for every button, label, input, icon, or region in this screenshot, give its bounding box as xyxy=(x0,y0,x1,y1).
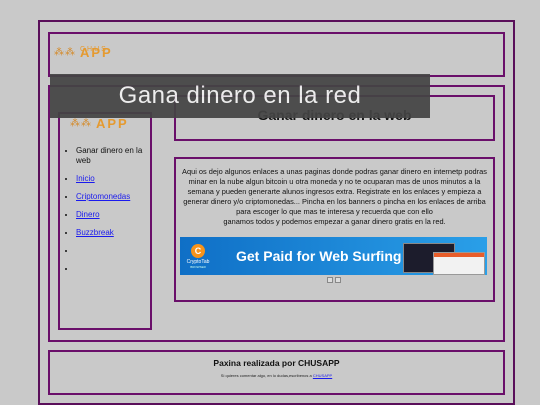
header: ⁂⁂ CHUS APP xyxy=(48,32,505,77)
cryptotab-coin-icon: C xyxy=(191,243,205,258)
footer-title: Paxina realizada por CHUSAPP xyxy=(213,358,340,368)
ad-headline: Get Paid for Web Surfing xyxy=(236,248,402,264)
browser-window-icon xyxy=(433,252,485,275)
logo-dots-icon: ⁂⁂ xyxy=(54,46,76,58)
sidebar-item-dinero[interactable]: Dinero xyxy=(76,210,148,220)
sidebar-logo-text: APP xyxy=(96,116,129,131)
banner-text: Gana dinero en la red xyxy=(118,82,362,109)
sidebar-menu: Ganar dinero en la web Inicio Criptomone… xyxy=(60,146,148,282)
broken-image-icon[interactable] xyxy=(335,277,341,283)
sidebar-item-inicio[interactable]: Inicio xyxy=(76,174,148,184)
footer-contact: Si quieres comentar algo, en lo dudas,es… xyxy=(220,373,333,378)
site-logo[interactable]: ⁂⁂ CHUS APP xyxy=(54,46,113,59)
sidebar-item-criptomonedas[interactable]: Criptomonedas xyxy=(76,192,148,202)
cryptotab-logo: C CryptoTab BROWSER xyxy=(183,243,213,269)
sidebar-link-buzzbreak[interactable]: Buzzbreak xyxy=(76,228,114,237)
sidebar-item-empty xyxy=(76,264,148,274)
sidebar-item-empty xyxy=(76,246,148,256)
cryptotab-ad-banner[interactable]: C CryptoTab BROWSER Get Paid for Web Sur… xyxy=(180,237,487,275)
sidebar: ⁂⁂ APP Ganar dinero en la web Inicio Cri… xyxy=(58,112,152,330)
logo-big-text: APP xyxy=(80,45,113,60)
page-banner: Gana dinero en la red xyxy=(50,74,430,118)
sidebar-link-inicio[interactable]: Inicio xyxy=(76,174,95,183)
sidebar-link-dinero[interactable]: Dinero xyxy=(76,210,100,219)
footer: Paxina realizada por CHUSAPP Si quieres … xyxy=(48,350,505,395)
content-paragraph: Aqui os dejo algunos enlaces a unas pagi… xyxy=(182,167,487,226)
sidebar-logo-dots-icon: ⁂⁂ xyxy=(70,117,92,129)
sidebar-item-ganar-dinero: Ganar dinero en la web xyxy=(76,146,148,166)
broken-image-icon[interactable] xyxy=(327,277,333,283)
sidebar-item-buzzbreak[interactable]: Buzzbreak xyxy=(76,228,148,238)
sidebar-link-criptomonedas[interactable]: Criptomonedas xyxy=(76,192,130,201)
ad-screens-image xyxy=(403,240,485,275)
footer-contact-link[interactable]: CHUSAPP xyxy=(313,373,332,378)
sidebar-logo: ⁂⁂ APP xyxy=(70,116,129,131)
cryptotab-brand-sub: BROWSER xyxy=(190,264,206,269)
